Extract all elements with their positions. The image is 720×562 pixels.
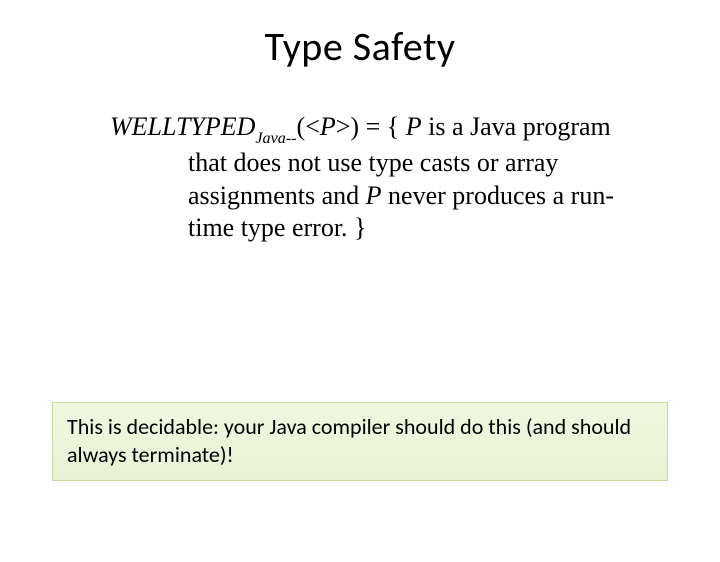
var-p-3: P [366, 181, 382, 210]
arg-open: (< [297, 112, 320, 141]
definition-text: WELLTYPEDJava--(<P>) = { P is a Java pro… [110, 111, 630, 245]
func-name: WELLTYPED [110, 112, 255, 141]
slide-title: Type Safety [0, 22, 720, 71]
slide: Type Safety WELLTYPEDJava--(<P>) = { P i… [0, 22, 720, 562]
func-subscript: Java-- [255, 130, 296, 147]
definition-block: WELLTYPEDJava--(<P>) = { P is a Java pro… [110, 111, 630, 245]
callout-text: This is decidable: your Java compiler sh… [67, 413, 631, 468]
arg-close: >) = { [336, 112, 406, 141]
arg-var: P [320, 112, 336, 141]
var-p-2: P [406, 112, 422, 141]
callout-box: This is decidable: your Java compiler sh… [52, 402, 668, 481]
